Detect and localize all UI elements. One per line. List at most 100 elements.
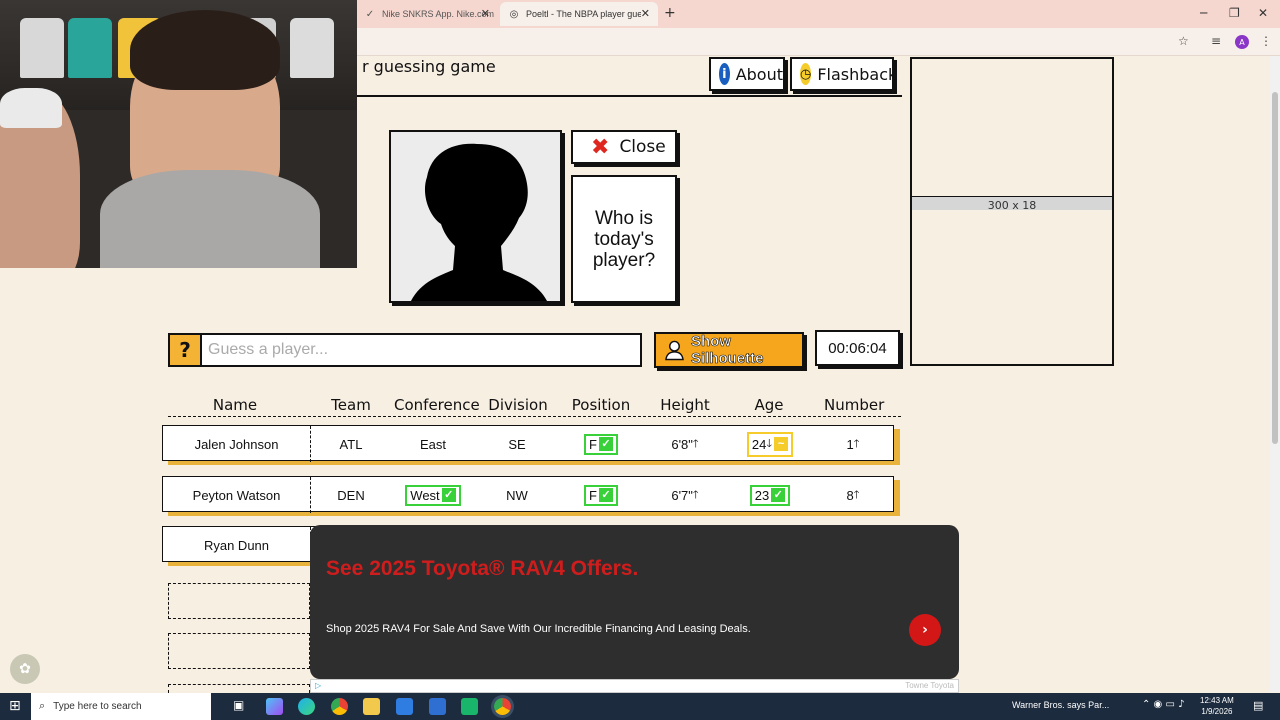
row-position-cell: F ✓ bbox=[569, 477, 633, 513]
ad-arrow-button[interactable]: › bbox=[909, 614, 941, 646]
row-age: 23 bbox=[754, 487, 770, 503]
chrome-active-icon[interactable] bbox=[494, 698, 511, 715]
chrome-icon[interactable] bbox=[331, 698, 348, 715]
restore-icon[interactable]: ❐ bbox=[1229, 6, 1240, 20]
flashback-button[interactable]: ◷ Flashback bbox=[790, 57, 898, 91]
empty-guess-row bbox=[168, 583, 310, 619]
show-silhouette-label: Show Silhouette bbox=[690, 333, 764, 368]
row-position: F bbox=[589, 487, 597, 503]
page-scrollbar[interactable] bbox=[1270, 56, 1280, 692]
windows-start-icon[interactable]: ⊞ bbox=[9, 698, 21, 714]
row-number: 1 bbox=[846, 436, 854, 452]
show-silhouette-button[interactable]: Show Silhouette bbox=[654, 332, 804, 368]
ad-title[interactable]: See 2025 Toyota® RAV4 Offers. bbox=[326, 557, 638, 581]
reading-list-icon[interactable]: ≡ bbox=[1211, 34, 1221, 48]
age-badge: 24 🡓 ~ bbox=[746, 431, 794, 457]
tab-nike-label: Nike SNKRS App. Nike.com bbox=[382, 9, 495, 19]
jersey-image bbox=[68, 18, 112, 78]
nike-favicon-icon: ✓ bbox=[365, 8, 375, 20]
clock-icon: ◷ bbox=[800, 63, 812, 85]
silhouette-icon bbox=[411, 143, 547, 301]
webcam-overlay bbox=[0, 0, 357, 268]
player-silhouette bbox=[389, 130, 562, 303]
empty-guess-row bbox=[168, 633, 310, 669]
edge-icon[interactable] bbox=[298, 698, 315, 715]
col-header-name: Name bbox=[212, 396, 258, 414]
profile-avatar[interactable]: A bbox=[1235, 35, 1249, 49]
empty-guess-row bbox=[168, 684, 310, 693]
game-timer: 00:06:04 bbox=[815, 330, 900, 366]
news-widget[interactable]: Warner Bros. says Par... bbox=[1012, 700, 1109, 710]
menu-dots-icon[interactable]: ⋮ bbox=[1260, 34, 1272, 48]
copilot-icon[interactable] bbox=[266, 698, 283, 715]
globe-favicon-icon: ◎ bbox=[509, 8, 519, 20]
close-tab-icon[interactable]: ✕ bbox=[481, 7, 490, 20]
row-age-cell: 24 🡓 ~ bbox=[737, 426, 803, 462]
info-icon: i bbox=[719, 63, 730, 85]
adchoices-icon[interactable]: ▷ bbox=[315, 681, 321, 690]
windows-taskbar: ⊞ ⌕ Type here to search ▣ Warner Bros. s… bbox=[0, 693, 1280, 720]
row-conference: West bbox=[410, 487, 440, 503]
arrow-up-icon: 🡑 bbox=[692, 437, 699, 450]
ad-banner[interactable]: See 2025 Toyota® RAV4 Offers. Shop 2025 … bbox=[310, 525, 959, 679]
close-button[interactable]: ✖ Close bbox=[571, 130, 677, 164]
mail-icon[interactable] bbox=[429, 698, 446, 715]
check-icon: ✓ bbox=[771, 488, 786, 502]
new-tab-button[interactable]: + bbox=[664, 5, 676, 21]
row-box: Jalen Johnson ATL East SE F ✓ 6'8" 🡑 24 🡓 ~ … bbox=[162, 425, 894, 462]
header-dashed-line bbox=[168, 416, 901, 417]
jersey-image bbox=[290, 18, 334, 78]
cap bbox=[0, 88, 62, 128]
tray-icons[interactable]: ⌃ ◉ ▭ ♪ bbox=[1142, 699, 1184, 710]
notification-icon[interactable]: ▤ bbox=[1253, 699, 1263, 712]
person-icon bbox=[665, 340, 684, 361]
row-position-cell: F ✓ bbox=[569, 426, 633, 462]
guess-input[interactable] bbox=[208, 338, 628, 362]
row-height-cell: 6'8" 🡑 bbox=[655, 426, 715, 462]
clock-time: 12:43 AM bbox=[1200, 696, 1234, 705]
app-icon[interactable] bbox=[461, 698, 478, 715]
tab-nike[interactable]: ✓ Nike SNKRS App. Nike.com ✕ bbox=[356, 2, 498, 26]
ad-divider-line bbox=[912, 196, 1112, 197]
guess-field[interactable]: ? bbox=[168, 333, 642, 367]
col-header-number: Number bbox=[824, 396, 885, 414]
bookmark-star-icon[interactable]: ☆ bbox=[1178, 34, 1189, 48]
row-player-name: Jalen Johnson bbox=[163, 426, 311, 462]
table-row: Jalen Johnson ATL East SE F ✓ 6'8" 🡑 24 🡓 ~ … bbox=[162, 425, 900, 465]
check-icon: ✓ bbox=[441, 488, 456, 502]
row-position: F bbox=[589, 436, 597, 452]
hoodie bbox=[100, 170, 320, 268]
tab-poeltl[interactable]: ◎ Poeltl - The NBPA player guess... ✕ bbox=[500, 2, 658, 26]
file-explorer-icon[interactable] bbox=[363, 698, 380, 715]
close-x-icon: ✖ bbox=[591, 134, 610, 160]
row-conference: East bbox=[419, 436, 446, 452]
col-header-division: Division bbox=[488, 396, 548, 414]
age-badge: 23 ✓ bbox=[749, 484, 791, 506]
row-height-cell: 6'7" 🡑 bbox=[655, 477, 715, 513]
check-icon: ✓ bbox=[598, 437, 613, 451]
tab-poeltl-label: Poeltl - The NBPA player guess... bbox=[526, 9, 641, 19]
row-height: 6'8" bbox=[671, 436, 693, 452]
close-tab-icon[interactable]: ✕ bbox=[641, 7, 650, 20]
scroll-thumb[interactable] bbox=[1272, 92, 1278, 444]
clock[interactable]: 12:43 AM 1/9/2026 bbox=[1200, 695, 1234, 717]
store-icon[interactable] bbox=[396, 698, 413, 715]
flashback-label: Flashback bbox=[817, 64, 898, 84]
col-header-position: Position bbox=[571, 396, 631, 414]
jersey-image bbox=[20, 18, 64, 78]
minimize-icon[interactable]: ─ bbox=[1200, 6, 1207, 20]
taskbar-search[interactable]: ⌕ Type here to search bbox=[31, 693, 211, 720]
arrow-up-icon: 🡑 bbox=[692, 488, 699, 501]
header-divider bbox=[357, 95, 902, 97]
row-box: Peyton Watson DEN West ✓ NW F ✓ 6'7" 🡑 23 ✓ … bbox=[162, 476, 894, 513]
privacy-settings-icon[interactable]: ✿ bbox=[10, 654, 40, 684]
close-window-icon[interactable]: ✕ bbox=[1258, 6, 1268, 20]
position-badge: F ✓ bbox=[584, 484, 618, 506]
task-view-icon[interactable]: ▣ bbox=[233, 698, 250, 715]
question-icon: ? bbox=[170, 335, 202, 365]
about-button[interactable]: i About bbox=[709, 57, 785, 91]
col-header-team: Team bbox=[331, 396, 371, 414]
arrow-down-icon: 🡓 bbox=[766, 437, 773, 450]
row-player-name: Peyton Watson bbox=[163, 477, 311, 513]
col-header-conference: Conference bbox=[394, 396, 480, 414]
